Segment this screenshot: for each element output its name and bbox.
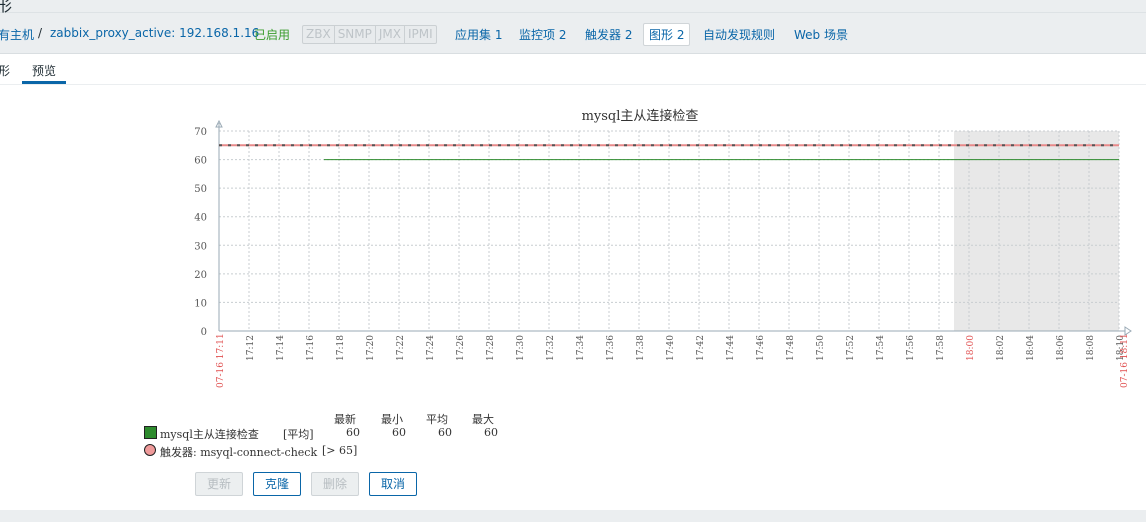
x-tick-label: 17:58: [936, 335, 946, 361]
x-tick-label: 17:30: [516, 335, 526, 361]
y-tick-label: 60: [194, 156, 207, 167]
legend-trigger-cond: [> 65]: [322, 444, 358, 457]
legend-item-max: 60: [484, 426, 498, 439]
x-tick-label: 17:24: [426, 335, 436, 361]
y-tick-label: 10: [194, 298, 207, 309]
delete-button[interactable]: 删除: [311, 472, 359, 496]
legend-item-avg: 60: [438, 426, 452, 439]
host-status[interactable]: 已启用: [254, 26, 290, 43]
y-tick-label: 30: [194, 241, 207, 252]
x-tick-label: 17:36: [606, 335, 616, 361]
nav-graphs[interactable]: 图形 2: [643, 23, 691, 46]
y-tick-label: 0: [201, 327, 207, 338]
x-end-label: 07-16 18:11: [1120, 333, 1130, 388]
legend-trigger-icon: [144, 444, 156, 456]
x-tick-label: 17:56: [906, 335, 916, 361]
legend-item-min: 60: [392, 426, 406, 439]
x-tick-label: 18:00: [966, 335, 976, 361]
tab-preview[interactable]: 预览: [32, 62, 56, 79]
x-tick-label: 17:20: [366, 335, 376, 361]
x-tick-label: 17:46: [756, 335, 766, 361]
legend-item-last: 60: [346, 426, 360, 439]
nav-discovery-rules[interactable]: 自动发现规则: [703, 26, 775, 43]
x-tick-label: 17:28: [486, 335, 496, 361]
y-tick-label: 50: [194, 184, 207, 195]
nav-triggers[interactable]: 触发器 2: [585, 26, 632, 43]
x-tick-label: 17:34: [576, 335, 586, 361]
legend-header-max: 最大: [472, 413, 494, 426]
clone-button[interactable]: 克隆: [253, 472, 301, 496]
footer: [0, 510, 1146, 522]
x-tick-label: 17:32: [546, 335, 556, 361]
legend-item-color: [144, 426, 157, 439]
x-tick-label: 17:18: [336, 335, 346, 361]
chart-title: mysql主从连接检查: [582, 108, 699, 124]
breadcrumb-all-hosts[interactable]: 有主机: [0, 26, 34, 43]
x-tick-label: 18:06: [1056, 335, 1066, 361]
x-tick-label: 17:44: [726, 335, 736, 361]
nav-web-scenarios[interactable]: Web 场景: [794, 26, 848, 43]
legend-trigger-name: 触发器: msyql-connect-check: [160, 446, 318, 459]
legend-header-last: 最新: [334, 413, 356, 426]
badge-ipmi: IPMI: [408, 27, 433, 41]
x-tick-label: 17:50: [816, 335, 826, 361]
breadcrumb-host[interactable]: zabbix_proxy_active: 192.168.1.16: [50, 26, 259, 40]
tabs: 形 预览: [0, 54, 1146, 85]
cancel-button[interactable]: 取消: [369, 472, 417, 496]
x-start-label: 07-16 17:11: [216, 333, 226, 388]
breadcrumb-separator: /: [38, 26, 43, 40]
legend-header-avg: 平均: [426, 413, 448, 426]
x-tick-label: 17:52: [846, 335, 856, 361]
x-tick-label: 18:08: [1086, 335, 1096, 361]
x-tick-label: 17:38: [636, 335, 646, 361]
x-tick-label: 18:04: [1026, 335, 1036, 361]
host-nav: 有主机 / zabbix_proxy_active: 192.168.1.16 …: [0, 13, 1146, 54]
x-tick-label: 17:54: [876, 335, 886, 361]
x-tick-label: 17:26: [456, 335, 466, 361]
x-tick-label: 17:12: [246, 335, 256, 361]
badge-jmx: JMX: [376, 26, 405, 43]
y-tick-label: 70: [194, 127, 207, 138]
x-tick-label: 17:42: [696, 335, 706, 361]
legend-item-name: mysql主从连接检查: [160, 428, 259, 441]
y-tick-label: 20: [194, 270, 207, 281]
x-tick-label: 17:14: [276, 335, 286, 361]
active-tab-indicator: [22, 81, 66, 84]
x-tick-label: 17:48: [786, 335, 796, 361]
legend-header-min: 最小: [381, 413, 403, 426]
badge-zbx: ZBX: [303, 26, 335, 43]
x-tick-label: 17:16: [306, 335, 316, 361]
nav-items[interactable]: 监控项 2: [519, 26, 566, 43]
x-tick-label: 17:22: [396, 335, 406, 361]
update-button[interactable]: 更新: [195, 472, 243, 496]
tab-graph[interactable]: 形: [0, 62, 10, 79]
availability-badges: ZBX SNMP JMX IPMI: [302, 25, 437, 44]
page-header: 形: [0, 0, 1146, 15]
badge-snmp: SNMP: [335, 26, 376, 43]
x-tick-label: 17:40: [666, 335, 676, 361]
y-tick-label: 40: [194, 213, 207, 224]
legend-item-func: [平均]: [283, 428, 314, 441]
nav-applications[interactable]: 应用集 1: [455, 26, 502, 43]
x-tick-label: 18:02: [996, 335, 1006, 361]
shaded-period: [954, 131, 1119, 331]
